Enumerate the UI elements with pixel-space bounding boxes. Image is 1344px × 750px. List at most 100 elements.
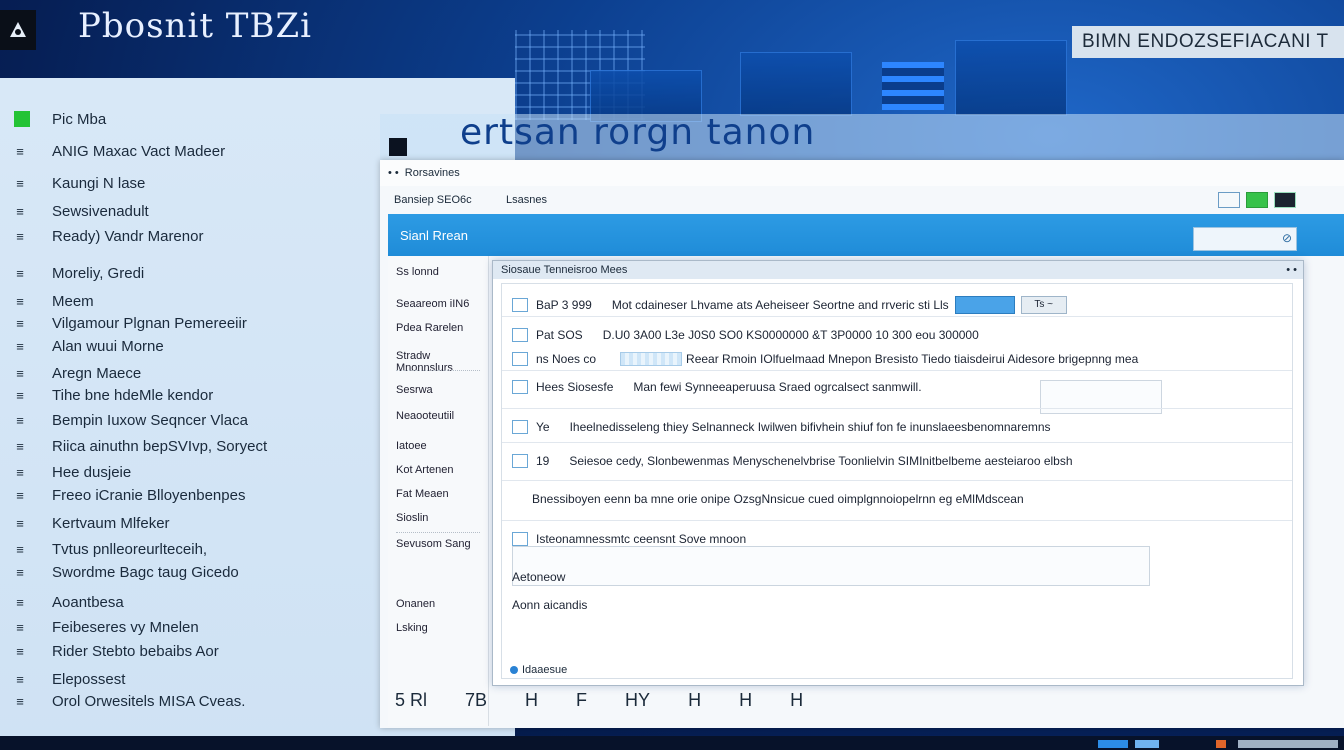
row-primary-text: Ye: [536, 420, 550, 434]
sidebar-item[interactable]: ≡ Hee dusjeie: [0, 461, 131, 483]
dialog-close-icon[interactable]: • •: [1286, 261, 1297, 279]
bottom-toolbar-icon[interactable]: H: [688, 690, 701, 711]
sidebar-item[interactable]: ≡ Freeo iCranie Blloyenbenpes: [0, 484, 245, 506]
sidebar-item-label: Meem: [52, 292, 94, 310]
sidebar-item[interactable]: ≡ ANIG Maxac Vact Madeer: [0, 140, 225, 162]
bottom-toolbar-icon[interactable]: H: [739, 690, 752, 711]
left-pane-item[interactable]: Ss lonnd: [396, 266, 439, 278]
left-pane-item[interactable]: Iatoee: [396, 440, 427, 452]
sidebar-item[interactable]: ≡ Kaungi N lase: [0, 172, 145, 194]
sidebar-item[interactable]: ≡ Ready) Vandr Marenor: [0, 225, 203, 247]
dialog-text-field[interactable]: [512, 546, 1150, 586]
sidebar-item[interactable]: ≡ Meem: [0, 290, 94, 312]
app-logo[interactable]: [0, 10, 36, 50]
left-pane-item[interactable]: Sioslin: [396, 512, 428, 524]
number-icon: ≡: [16, 143, 24, 159]
titlebar-dots-icon[interactable]: • •: [388, 167, 399, 179]
dialog-row-divider: [502, 480, 1292, 481]
top-right-label[interactable]: BIMN ENDOZSEFIACANI T: [1072, 26, 1344, 58]
number-icon: ≡: [16, 487, 24, 503]
dark-window-icon[interactable]: [1274, 192, 1296, 208]
taskbar-item[interactable]: [1238, 740, 1338, 748]
toolbar-right-label[interactable]: Lsasnes: [506, 194, 547, 206]
green-status-icon[interactable]: [1246, 192, 1268, 208]
number-icon: ≡: [16, 671, 24, 687]
sidebar-item[interactable]: ≡ Moreliy, Gredi: [0, 262, 144, 284]
row-selected-toggle[interactable]: [954, 296, 1015, 314]
section-icon: ≡: [16, 265, 24, 281]
dialog-footer: Idaaesue: [510, 664, 567, 676]
bottom-toolbar-icon[interactable]: H: [790, 690, 803, 711]
doc-icon: ≡: [16, 228, 24, 244]
sidebar-item[interactable]: ≡ Alan wuui Morne: [0, 335, 164, 357]
sidebar-item[interactable]: ≡ Bempin Iuxow Seqncer Vlaca: [0, 409, 248, 431]
row-primary-text: Pat SOS: [536, 328, 583, 342]
dialog-row[interactable]: Isteonamnessmtc ceensnt Sove mnoon: [512, 532, 766, 546]
number-icon: ≡: [16, 365, 24, 381]
row-primary-text: ns Noes co: [536, 352, 597, 366]
row-secondary-text: Mot cdaineser Lhvame ats Aeheiseer Seort…: [611, 298, 949, 312]
left-pane-item[interactable]: Sesrwa: [396, 384, 433, 396]
row-primary-text: Isteonamnessmtc ceensnt Sove mnoon: [536, 532, 747, 546]
dialog-row[interactable]: Ye Iheelnedisseleng thiey Selnanneck Iwil…: [512, 420, 1051, 434]
dialog-row[interactable]: Pat SOS D.U0 3A00 L3e J0S0 SO0 KS0000000 …: [512, 328, 979, 342]
left-pane-item[interactable]: Kot Artenen: [396, 464, 454, 476]
left-pane-item[interactable]: Pdea Rarelen: [396, 322, 463, 334]
row-action-button[interactable]: Ts ~: [1020, 296, 1067, 314]
blue-header-label[interactable]: Sianl Rrean: [400, 228, 468, 243]
sidebar-item[interactable]: ≡ Vilgamour Plgnan Pemereeiir: [0, 312, 247, 334]
dialog-row[interactable]: Bnessiboyen eenn ba mne orie onipe OzsgN…: [512, 492, 1024, 506]
sidebar-item-label: Orol Orwesitels MISA Cveas.: [52, 692, 246, 710]
dialog-row[interactable]: Aonn aicandis: [512, 598, 607, 612]
row-secondary-text: Man fewi Synneeaperuusa Sraed ogrcalsect…: [633, 380, 922, 394]
bottom-toolbar-icon[interactable]: F: [576, 690, 587, 711]
taskbar-item[interactable]: [1216, 740, 1226, 748]
row-secondary-text: Seiesoe cedy, Slonbewenmas Menyschenelvb…: [569, 454, 1073, 468]
sidebar-item[interactable]: ≡ Feibeseres vy Mnelen: [0, 616, 199, 638]
left-pane-item[interactable]: Neaooteutiil: [396, 410, 454, 422]
number-icon: ≡: [16, 594, 24, 610]
sidebar-item[interactable]: Pic Mba: [0, 108, 106, 130]
left-pane-separator: [396, 532, 480, 533]
sidebar-item[interactable]: ≡ Sewsivenadult: [0, 200, 149, 222]
sidebar-item[interactable]: ≡ Tvtus pnlleoreurlteceih,: [0, 538, 207, 560]
sidebar-item[interactable]: ≡ Riica ainuthn bepSVIvp, Soryect: [0, 435, 267, 457]
bottom-toolbar-icon[interactable]: H: [525, 690, 538, 711]
dialog-row[interactable]: Aetoneow: [512, 570, 585, 584]
overlay-menu-button[interactable]: [389, 138, 407, 156]
sidebar-item[interactable]: ≡ Rider Stebto bebaibs Aor: [0, 640, 219, 662]
taskbar-item[interactable]: [1098, 740, 1128, 748]
left-pane-item[interactable]: Onanen: [396, 598, 435, 610]
search-input[interactable]: ⊘: [1193, 227, 1297, 251]
dialog-row[interactable]: 19 Seiesoe cedy, Slonbewenmas Menyschenel…: [512, 454, 1073, 468]
sidebar-item[interactable]: ≡ Swordme Bagc taug Gicedo: [0, 561, 239, 583]
sidebar-item[interactable]: ≡ Orol Orwesitels MISA Cveas.: [0, 690, 245, 712]
taskbar-item[interactable]: [1135, 740, 1159, 748]
dialog-row[interactable]: BaP 3 999 Mot cdaineser Lhvame ats Aeheis…: [512, 296, 1067, 314]
sidebar-item[interactable]: ≡ Elepossest: [0, 668, 125, 690]
bottom-toolbar-icon[interactable]: 5 Rl: [395, 690, 427, 711]
sidebar-item[interactable]: ≡ Aoantbesa: [0, 591, 124, 613]
number-icon: ≡: [16, 693, 24, 709]
logo-icon: [10, 22, 26, 37]
left-pane-item[interactable]: Seaareom iIN6: [396, 298, 469, 310]
window-title: Rorsavines: [404, 167, 460, 179]
toolbar-left-label[interactable]: Bansiep SEO6c: [394, 194, 506, 206]
dialog-footer-label[interactable]: Idaaesue: [522, 664, 567, 676]
sidebar-item-label: Tihe bne hdeMle kendor: [52, 386, 214, 404]
dialog-row[interactable]: Hees Siosesfe Man fewi Synneeaperuusa Sra…: [512, 380, 922, 394]
window-blue-header: Sianl Rrean ⊘: [388, 214, 1344, 256]
sidebar-item[interactable]: ≡ Aregn Maece: [0, 362, 141, 384]
bottom-toolbar-icon[interactable]: HY: [625, 690, 650, 711]
sidebar-item[interactable]: ≡ Tihe bne hdeMle kendor: [0, 384, 213, 406]
dialog-row[interactable]: ns Noes co Reear Rmoin IOlfuelmaad Mnepon…: [512, 352, 1138, 366]
dialog-row-divider: [502, 442, 1292, 443]
sidebar-item[interactable]: ≡ Kertvaum Mlfeker: [0, 512, 169, 534]
sidebar-item-label: Alan wuui Morne: [52, 337, 164, 355]
left-pane-item[interactable]: Lsking: [396, 622, 428, 634]
cloud-icon[interactable]: [1218, 192, 1240, 208]
left-pane-item[interactable]: Fat Meaen: [396, 488, 449, 500]
left-pane-item[interactable]: Sevusom Sang: [396, 538, 471, 550]
bottom-toolbar-icon[interactable]: 7B: [465, 690, 487, 711]
number-icon: ≡: [16, 643, 24, 659]
